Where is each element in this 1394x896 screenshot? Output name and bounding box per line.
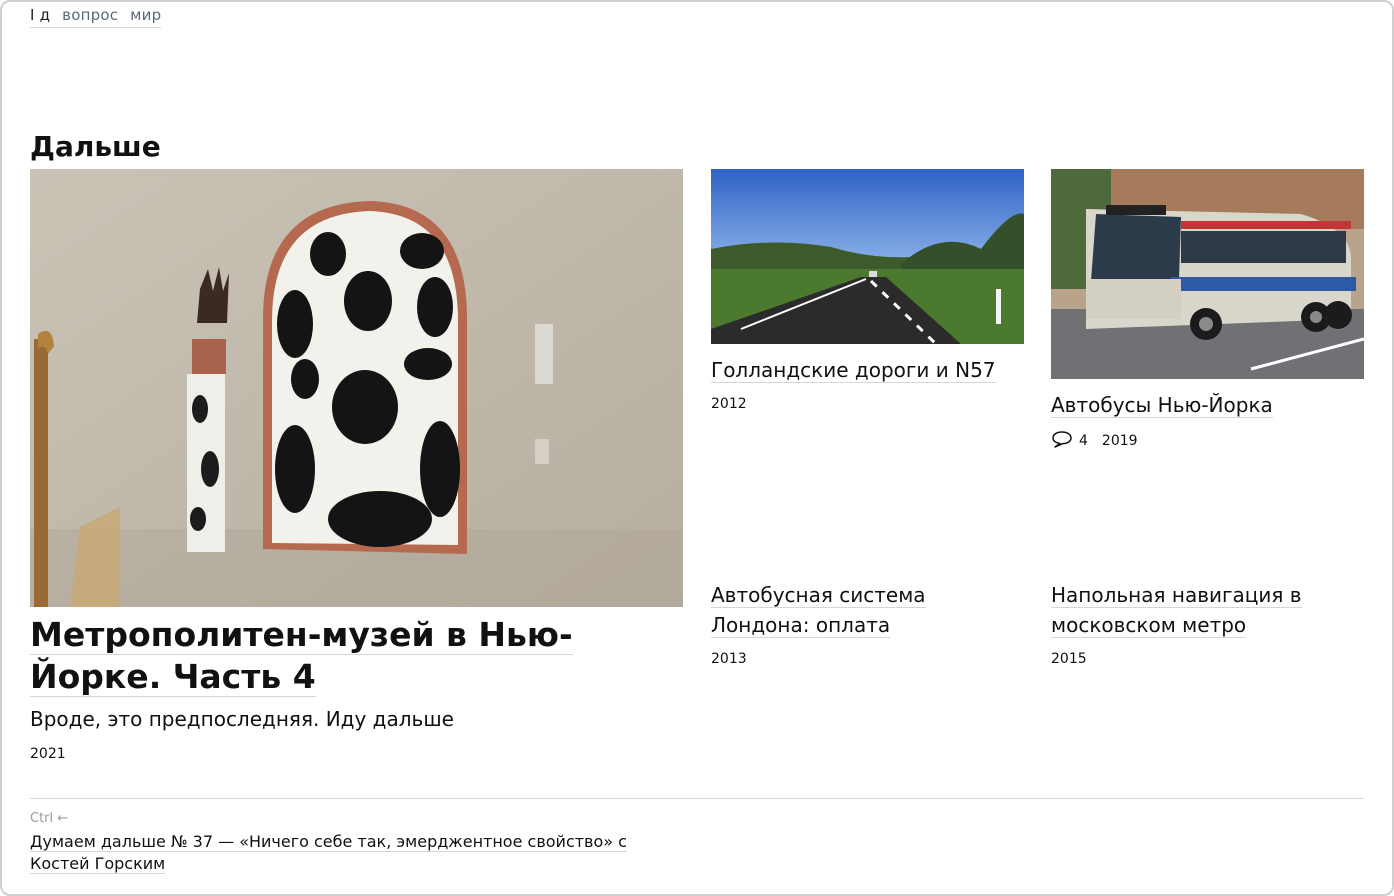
post-4-year: 2015 — [1051, 651, 1087, 667]
post-4-title[interactable]: Напольная навигация в московском метро — [1051, 580, 1351, 640]
footer-divider — [30, 798, 1364, 799]
post-3-title-link[interactable]: Автобусная система Лондона: оплата — [711, 583, 926, 638]
main-post-title-link[interactable]: Метрополитен-музей в Нью-Йорке. Часть 4 — [30, 615, 573, 697]
keyboard-hint: Ctrl ← — [30, 811, 69, 826]
tag-first: I д — [30, 6, 51, 24]
post-2-year: 2019 — [1101, 433, 1138, 449]
post-2-title-link[interactable]: Автобусы Нью-Йорка — [1051, 393, 1273, 418]
main-post-year: 2021 — [30, 746, 66, 762]
main-post-description: Вроде, это предпоследняя. Иду дальше — [30, 707, 454, 731]
post-1-title-link[interactable]: Голландские дороги и N57 — [711, 358, 996, 383]
post-2-image[interactable] — [1051, 169, 1364, 379]
tag-list: I д вопрос мир — [30, 6, 162, 28]
post-3-title[interactable]: Автобусная система Лондона: оплата — [711, 580, 1011, 640]
post-2-title[interactable]: Автобусы Нью-Йорка — [1051, 390, 1351, 420]
tag-vopros[interactable]: вопрос — [62, 6, 118, 24]
post-2-comments-link[interactable]: 4 — [1051, 430, 1088, 452]
post-2-meta: 4 2019 — [1051, 430, 1138, 452]
post-1-year: 2012 — [711, 396, 747, 412]
main-post-title[interactable]: Метрополитен-музей в Нью-Йорке. Часть 4 — [30, 614, 680, 698]
post-1-title[interactable]: Голландские дороги и N57 — [711, 355, 1011, 385]
tag-mir[interactable]: мир — [130, 6, 161, 24]
prev-post-nav[interactable]: Думаем дальше № 37 — «Ничего себе так, э… — [30, 831, 640, 875]
prev-post-link[interactable]: Думаем дальше № 37 — «Ничего себе так, э… — [30, 832, 627, 874]
speech-bubble-icon — [1051, 430, 1073, 452]
post-2-comment-count: 4 — [1079, 433, 1088, 449]
section-title: Дальше — [30, 130, 161, 163]
post-4-title-link[interactable]: Напольная навигация в московском метро — [1051, 583, 1302, 638]
post-3-year: 2013 — [711, 651, 747, 667]
main-post-image[interactable] — [30, 169, 683, 607]
post-1-image[interactable] — [711, 169, 1024, 344]
